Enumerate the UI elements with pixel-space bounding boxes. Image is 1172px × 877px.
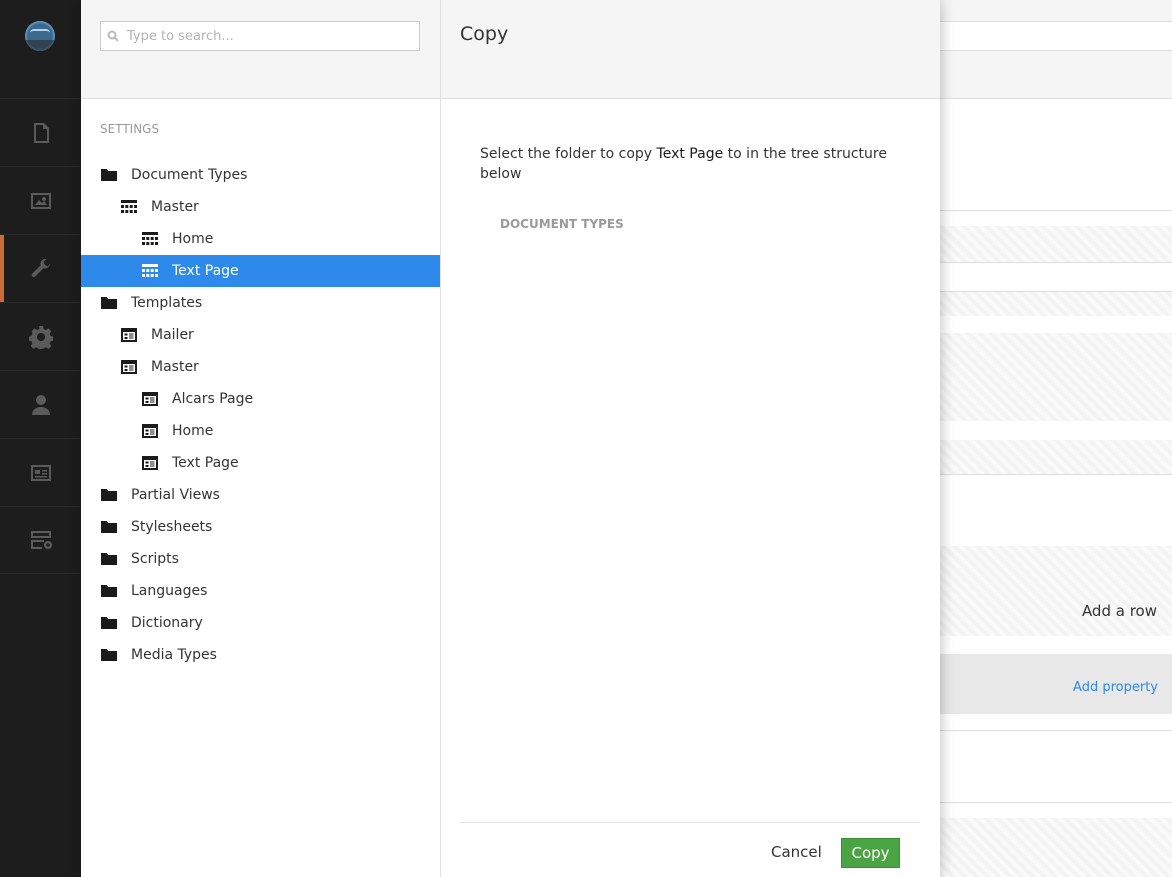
tree-node[interactable]: Document Types — [81, 159, 440, 191]
folder-icon — [100, 614, 118, 632]
section-media[interactable] — [0, 166, 81, 234]
id-card-icon — [30, 464, 51, 481]
folder-icon — [100, 646, 118, 664]
user-icon — [31, 394, 50, 415]
template-icon — [141, 454, 159, 472]
folder-icon — [100, 486, 118, 504]
search-icon — [107, 30, 119, 42]
settings-tree: Document Types Master Home Text Page Templat… — [81, 159, 440, 671]
document-icon — [33, 122, 49, 143]
tree-node[interactable]: Home — [81, 415, 440, 447]
section-members[interactable] — [0, 438, 81, 506]
tree-node-label: Text Page — [172, 455, 239, 471]
tree-node[interactable]: Stylesheets — [81, 511, 440, 543]
tree-panel-header — [81, 0, 440, 99]
tree-node-label: Stylesheets — [131, 519, 213, 535]
background-editor: Add a row Add property — [940, 0, 1172, 877]
tree-node-label: Mailer — [151, 327, 194, 343]
folder-icon — [100, 166, 118, 184]
tree-node-label: Dictionary — [131, 615, 203, 631]
tree-node[interactable]: Dictionary — [81, 607, 440, 639]
dialog-title: Copy — [460, 23, 509, 45]
folder-icon — [100, 550, 118, 568]
document-type-icon — [120, 198, 138, 216]
settings-tree-panel: SETTINGS Document Types Master Home Text Pa… — [81, 0, 441, 877]
app-navigation — [0, 0, 81, 877]
editor-group — [940, 333, 1172, 421]
folder-icon — [100, 294, 118, 312]
tree-node[interactable]: Media Types — [81, 639, 440, 671]
editor-group — [940, 440, 1172, 474]
template-icon — [141, 390, 159, 408]
tree-node-label: Templates — [131, 295, 203, 311]
instruction-text-before: Select the folder to copy — [480, 146, 657, 162]
tree-node-label: Document Types — [131, 167, 248, 183]
copy-instruction: Select the folder to copy Text Page to i… — [480, 144, 900, 184]
cancel-button[interactable]: Cancel — [771, 843, 822, 861]
tree-node-label: Master — [151, 199, 199, 215]
tree-node[interactable]: Mailer — [81, 319, 440, 351]
tree-node-label: Media Types — [131, 647, 217, 663]
editor-name-field[interactable] — [940, 21, 1172, 51]
tree-node[interactable]: Text Page — [81, 447, 440, 479]
editor-group — [940, 226, 1172, 262]
search-box[interactable] — [100, 21, 420, 51]
tree-node[interactable]: Templates — [81, 287, 440, 319]
wrench-icon — [31, 258, 50, 277]
template-icon — [141, 422, 159, 440]
tree-node-label: Alcars Page — [172, 391, 254, 407]
tree-node[interactable]: Alcars Page — [81, 383, 440, 415]
editor-group — [940, 546, 1172, 636]
template-icon — [120, 326, 138, 344]
tree-node-label: Master — [151, 359, 199, 375]
copy-dialog: Copy Select the folder to copy Text Page… — [441, 0, 940, 877]
tree-node[interactable]: Home — [81, 223, 440, 255]
tree-node[interactable]: Master — [81, 191, 440, 223]
form-icon — [30, 531, 52, 549]
copy-dialog-header: Copy — [441, 0, 940, 99]
section-settings[interactable] — [0, 234, 81, 302]
tree-node-label: Home — [172, 231, 214, 247]
template-icon — [120, 358, 138, 376]
logo[interactable] — [25, 21, 55, 51]
section-forms[interactable] — [0, 506, 81, 574]
folder-icon — [100, 518, 118, 536]
editor-header — [940, 0, 1172, 99]
tree-node[interactable]: Master — [81, 351, 440, 383]
tree-node[interactable]: Scripts — [81, 543, 440, 575]
search-input[interactable] — [127, 28, 417, 44]
tree-node-label: Partial Views — [131, 487, 220, 503]
footer-divider — [460, 822, 920, 823]
section-content[interactable] — [0, 98, 81, 166]
instruction-item-name: Text Page — [656, 146, 724, 162]
tree-node[interactable]: Languages — [81, 575, 440, 607]
editor-group — [940, 292, 1172, 316]
tree-node-label: Languages — [131, 583, 208, 599]
folder-icon — [100, 582, 118, 600]
section-title: SETTINGS — [100, 122, 160, 136]
tree-node-label: Scripts — [131, 551, 179, 567]
section-users[interactable] — [0, 370, 81, 438]
add-property-link[interactable]: Add property — [1073, 680, 1158, 695]
section-developer[interactable] — [0, 302, 81, 370]
document-type-icon — [141, 262, 159, 280]
tree-node[interactable]: Partial Views — [81, 479, 440, 511]
image-icon — [30, 192, 51, 209]
tree-node[interactable]: Text Page — [81, 255, 440, 287]
tree-node-label: Home — [172, 423, 214, 439]
document-type-icon — [141, 230, 159, 248]
gear-icon — [28, 325, 53, 349]
tree-node-label: Text Page — [172, 263, 239, 279]
tree-root-document-types[interactable]: DOCUMENT TYPES — [500, 217, 624, 231]
editor-group — [940, 818, 1172, 877]
add-row-link[interactable]: Add a row — [1082, 602, 1157, 620]
copy-button[interactable]: Copy — [841, 838, 900, 868]
